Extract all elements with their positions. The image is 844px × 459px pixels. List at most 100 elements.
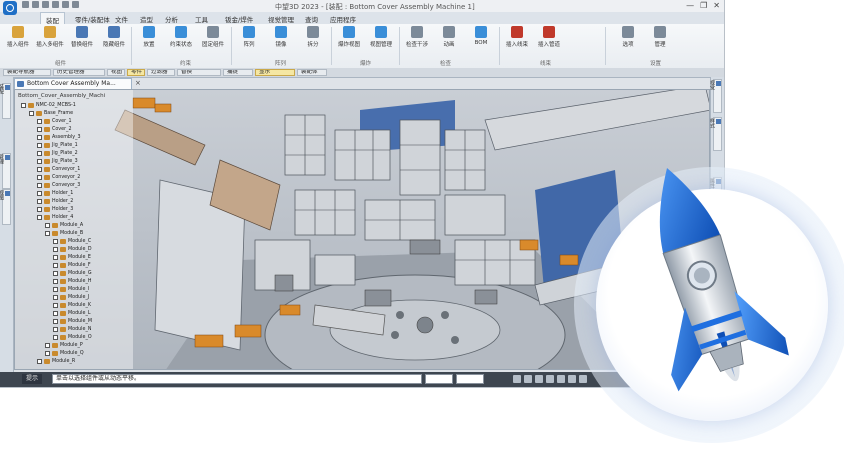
visibility-checkbox[interactable]: [37, 151, 42, 156]
status-field-1[interactable]: [425, 374, 453, 384]
bom-button[interactable]: BOM: [465, 26, 497, 46]
save-icon[interactable]: [42, 1, 49, 8]
filter-icon[interactable]: [513, 375, 521, 383]
menu-file[interactable]: 文件: [115, 14, 128, 24]
visibility-checkbox[interactable]: [53, 303, 58, 308]
status-field-2[interactable]: [456, 374, 484, 384]
visibility-checkbox[interactable]: [37, 199, 42, 204]
visibility-checkbox[interactable]: [37, 127, 42, 132]
tab-filter[interactable]: 过滤器: [147, 69, 175, 76]
visibility-checkbox[interactable]: [53, 263, 58, 268]
side-tab-manage[interactable]: 管理: [0, 153, 11, 189]
visibility-checkbox[interactable]: [37, 207, 42, 212]
menu-sheetmetal[interactable]: 钣金/焊件: [225, 14, 253, 24]
visibility-checkbox[interactable]: [45, 343, 50, 348]
visibility-checkbox[interactable]: [37, 135, 42, 140]
visibility-checkbox[interactable]: [37, 167, 42, 172]
visibility-checkbox[interactable]: [37, 119, 42, 124]
redo-icon[interactable]: [62, 1, 69, 8]
menu-analysis[interactable]: 分析: [165, 14, 178, 24]
snap-icon[interactable]: [524, 375, 532, 383]
tab-snap[interactable]: 捕捉: [223, 69, 253, 76]
maximize-button[interactable]: ❐: [700, 1, 707, 10]
tab-view[interactable]: 视图: [107, 69, 125, 76]
mirror-button[interactable]: 镜像: [265, 26, 297, 48]
insert-component-button[interactable]: 插入组件: [2, 26, 34, 48]
visibility-checkbox[interactable]: [45, 231, 50, 236]
fix-component-button[interactable]: 固定组件: [197, 26, 229, 48]
side-tab-view[interactable]: 视图: [0, 189, 11, 225]
animation-button[interactable]: 动画: [433, 26, 465, 48]
menu-visual[interactable]: 视觉管理: [268, 14, 294, 24]
visibility-checkbox[interactable]: [53, 247, 58, 252]
menu-apps[interactable]: 应用程序: [330, 14, 356, 24]
visibility-checkbox[interactable]: [53, 279, 58, 284]
visibility-checkbox[interactable]: [53, 255, 58, 260]
visibility-checkbox[interactable]: [37, 159, 42, 164]
visibility-checkbox[interactable]: [53, 311, 58, 316]
settings-icon[interactable]: [72, 1, 79, 8]
tab-replace[interactable]: 替换: [177, 69, 221, 76]
component-icon: [44, 151, 50, 156]
visibility-checkbox[interactable]: [37, 359, 42, 364]
visibility-checkbox[interactable]: [21, 103, 26, 108]
side-tab-assembly[interactable]: 装配: [0, 83, 11, 119]
document-close-icon[interactable]: ×: [135, 79, 141, 87]
side-tab-style[interactable]: 样式: [709, 117, 722, 151]
visibility-checkbox[interactable]: [37, 143, 42, 148]
grid-icon[interactable]: [535, 375, 543, 383]
menu-assembly[interactable]: 装配: [40, 12, 65, 25]
document-tab[interactable]: Bottom Cover Assembly Ma...: [14, 78, 132, 89]
zoom-fit-icon[interactable]: [579, 375, 587, 383]
close-button[interactable]: ✕: [713, 1, 720, 10]
pattern-button[interactable]: 阵列: [233, 26, 265, 48]
visibility-checkbox[interactable]: [53, 319, 58, 324]
visibility-checkbox[interactable]: [45, 223, 50, 228]
visibility-checkbox[interactable]: [37, 175, 42, 180]
command-prompt-field[interactable]: 单击以选择组件或从动态平移。: [52, 374, 422, 384]
visibility-checkbox[interactable]: [53, 295, 58, 300]
open-icon[interactable]: [32, 1, 39, 8]
visibility-checkbox[interactable]: [37, 183, 42, 188]
place-button[interactable]: 放置: [133, 26, 165, 48]
display-icon[interactable]: [546, 375, 554, 383]
tab-assembly-navigator[interactable]: 装配导航器: [3, 69, 51, 76]
tab-display[interactable]: 显示: [255, 69, 295, 76]
side-tab-visual[interactable]: 视觉: [709, 79, 722, 113]
minimize-button[interactable]: —: [686, 1, 694, 10]
menu-query[interactable]: 查询: [305, 14, 318, 24]
menu-shape[interactable]: 造型: [140, 14, 153, 24]
undo-icon[interactable]: [52, 1, 59, 8]
split-button[interactable]: 拆分: [297, 26, 329, 48]
constraint-icon: [175, 26, 187, 38]
menu-part-assembly[interactable]: 零件/装配体: [75, 14, 110, 24]
tab-assembly-body[interactable]: 装配体: [297, 69, 327, 76]
app-logo-icon[interactable]: [3, 1, 17, 15]
visibility-checkbox[interactable]: [37, 191, 42, 196]
insert-harness-button[interactable]: 插入线束: [501, 26, 533, 48]
visibility-checkbox[interactable]: [53, 335, 58, 340]
manage-button[interactable]: 管理: [644, 26, 676, 48]
view-manager-button[interactable]: 视图管理: [365, 26, 397, 48]
visibility-checkbox[interactable]: [29, 111, 34, 116]
tab-part[interactable]: 零件: [127, 69, 145, 76]
menu-tools[interactable]: 工具: [195, 14, 208, 24]
insert-pipe-button[interactable]: 插入管道: [533, 26, 565, 48]
hide-component-button[interactable]: 隐藏组件: [98, 26, 130, 48]
render-icon[interactable]: [557, 375, 565, 383]
tab-history-manager[interactable]: 历史管理器: [53, 69, 105, 76]
visibility-checkbox[interactable]: [37, 215, 42, 220]
check-interference-button[interactable]: 检查干涉: [401, 26, 433, 48]
new-icon[interactable]: [22, 1, 29, 8]
visibility-checkbox[interactable]: [45, 351, 50, 356]
options-button[interactable]: 选项: [612, 26, 644, 48]
insert-multi-component-button[interactable]: 插入多组件: [34, 26, 66, 48]
visibility-checkbox[interactable]: [53, 327, 58, 332]
explode-view-button[interactable]: 爆炸视图: [333, 26, 365, 48]
visibility-checkbox[interactable]: [53, 271, 58, 276]
visibility-checkbox[interactable]: [53, 287, 58, 292]
replace-component-button[interactable]: 替换组件: [66, 26, 98, 48]
visibility-checkbox[interactable]: [53, 239, 58, 244]
constraint-state-button[interactable]: 约束状态: [165, 26, 197, 48]
view-cube-icon[interactable]: [568, 375, 576, 383]
